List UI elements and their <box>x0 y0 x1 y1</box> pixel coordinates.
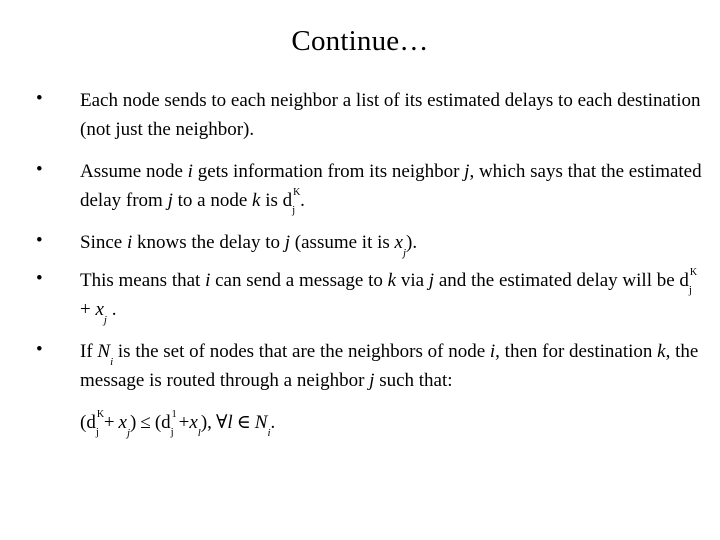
text-run: gets information from its neighbor <box>192 161 465 182</box>
slide-body: • Each node sends to each neighbor a lis… <box>30 86 702 439</box>
list-item: • Each node sends to each neighbor a lis… <box>30 86 702 144</box>
list-item: • Since i knows the delay to j (assume i… <box>30 228 702 259</box>
text-run: is d <box>260 190 293 211</box>
list-item: • If Ni is the set of nodes that are the… <box>30 337 702 395</box>
text-run: (assume it is <box>290 232 395 253</box>
forall-symbol: ∀ <box>215 412 228 433</box>
text-run: to a node <box>172 190 253 211</box>
text-run: ). <box>406 232 418 253</box>
text-run: is the set of nodes that are the neighbo… <box>113 341 490 362</box>
text-run: and the estimated delay will be d <box>434 270 689 291</box>
close-paren: ), <box>200 412 212 433</box>
element-of-symbol: ∈ <box>236 412 251 433</box>
subscript-i: i <box>267 426 271 439</box>
text-run: such that: <box>374 370 453 391</box>
bullet-marker-icon: • <box>36 159 43 180</box>
bullet-text-if-ni-is-set: If Ni is the set of nodes that are the n… <box>80 337 702 395</box>
var-x: x <box>394 232 403 253</box>
text-run: + <box>80 299 96 320</box>
subscript-j: j <box>126 426 131 439</box>
var-k: k <box>657 341 666 362</box>
text-run: If <box>80 341 98 362</box>
bullet-text-this-means-that-i: This means that i can send a message to … <box>80 266 702 326</box>
subscript-i: i <box>110 355 114 368</box>
list-item: • Assume node i gets information from it… <box>30 157 702 216</box>
bullet-text-since-i-knows: Since i knows the delay to j (assume it … <box>80 228 702 259</box>
delay-term-scripts: 1j <box>170 409 177 438</box>
delay-term-scripts: Kj <box>95 409 105 438</box>
var-n: N <box>97 341 111 362</box>
text-run: knows the delay to <box>132 232 285 253</box>
subscript-j: j <box>103 313 107 326</box>
var-k: k <box>387 270 397 291</box>
list-item: • This means that i can send a message t… <box>30 266 702 326</box>
bullet-text-each-node-sends: Each node sends to each neighbor a list … <box>80 86 702 144</box>
formula-row: (d Kj + xj) ≤ (d 1 j +xl), ∀l ∈ Ni. <box>30 408 702 439</box>
delay-term-scripts: Kj <box>688 267 698 296</box>
var-x: x <box>189 412 198 433</box>
page-title: Continue… <box>291 25 429 57</box>
var-l: l <box>227 412 233 433</box>
bullet-marker-icon: • <box>36 268 43 289</box>
bullet-marker-icon: • <box>36 230 43 251</box>
bullet-text-assume-node-i: Assume node i gets information from its … <box>80 157 702 216</box>
bullet-marker-icon: • <box>36 339 43 360</box>
plus-operator: + <box>103 412 115 433</box>
var-x: x <box>118 412 127 433</box>
text-run: , then for destination <box>495 341 658 362</box>
text-run: via <box>396 270 429 291</box>
text-run: Since <box>80 232 127 253</box>
text-run: . <box>106 299 117 320</box>
subscript-j: j <box>402 246 407 259</box>
text-run: Each node sends to each neighbor a list … <box>80 90 701 140</box>
subscript-l: l <box>197 426 201 439</box>
routing-inequality-formula: (d Kj + xj) ≤ (d 1 j +xl), ∀l ∈ Ni. <box>80 408 702 439</box>
text-run: . <box>300 190 305 211</box>
text-run: This means that <box>80 270 206 291</box>
var-x: x <box>95 299 104 320</box>
bullet-marker-icon: • <box>36 88 43 109</box>
delay-term-scripts: Kj <box>292 187 301 216</box>
period: . <box>270 412 276 433</box>
slide-canvas: Continue… • Each node sends to each neig… <box>0 0 720 540</box>
text-run: Assume node <box>80 161 188 182</box>
relation-operator: ≤ <box>140 412 151 433</box>
var-n: N <box>254 412 268 433</box>
plus-operator: + <box>178 412 190 433</box>
d-base: d <box>86 412 96 433</box>
close-paren: ) <box>130 412 137 433</box>
text-run: can send a message to <box>210 270 388 291</box>
d-base: d <box>161 412 171 433</box>
